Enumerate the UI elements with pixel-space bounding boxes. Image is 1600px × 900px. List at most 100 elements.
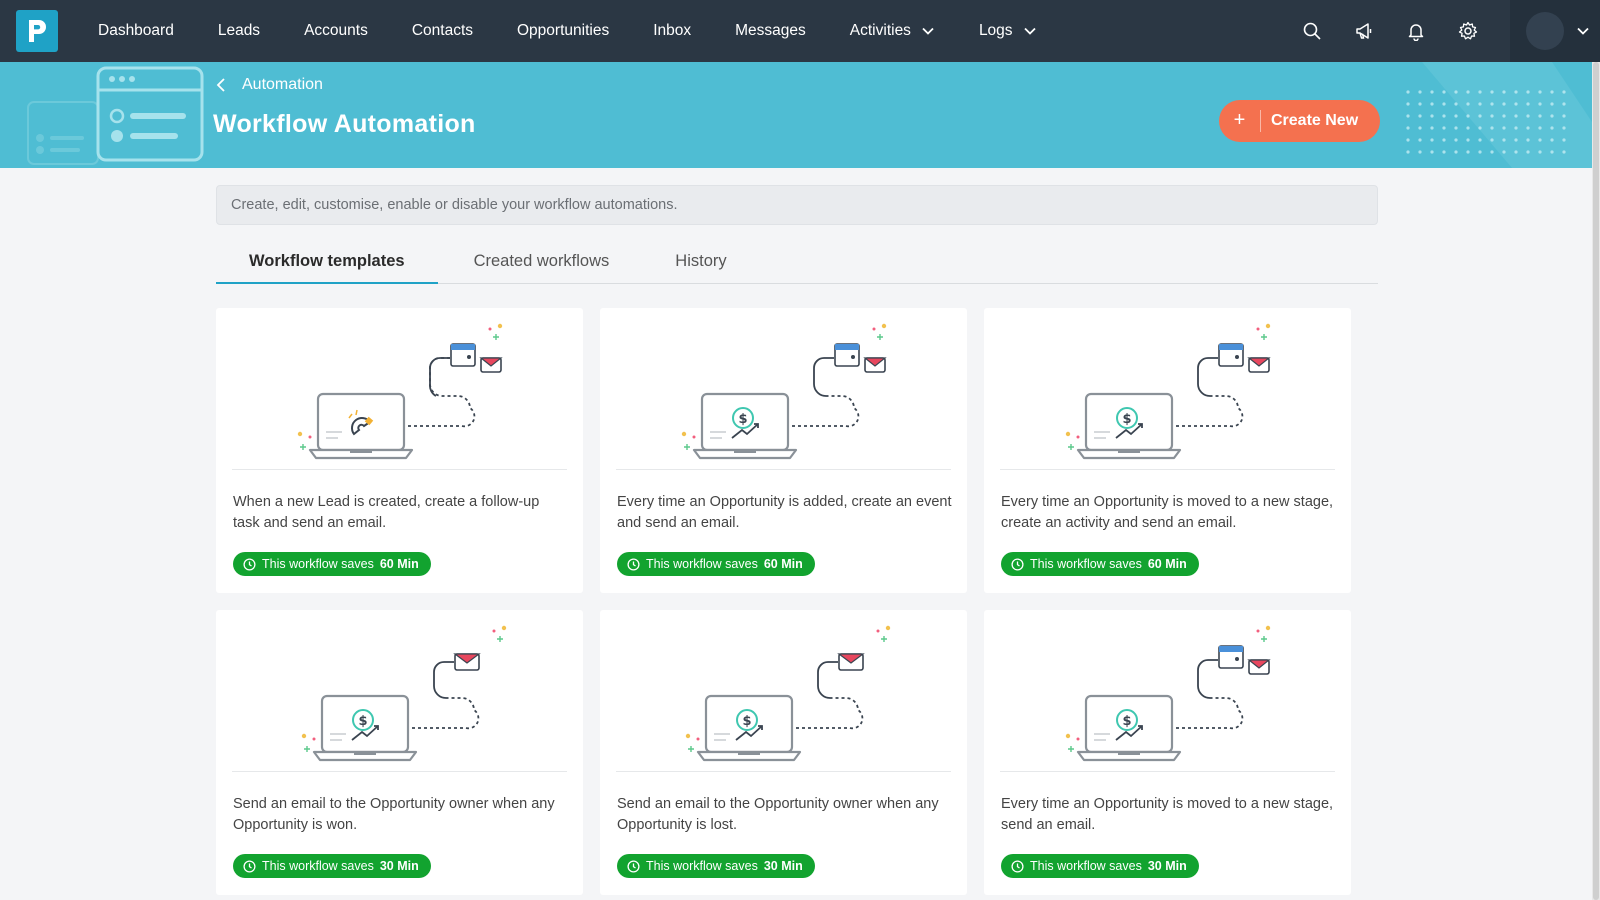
nav-leads[interactable]: Leads (196, 22, 282, 40)
chevron-down-icon (1023, 27, 1036, 35)
workflow-illustration: $ (616, 320, 951, 470)
svg-text:$: $ (742, 714, 751, 729)
top-navbar: Dashboard Leads Accounts Contacts Opport… (0, 0, 1600, 62)
create-new-label: Create New (1271, 112, 1359, 129)
opportunity-email-illustration: $ (685, 625, 891, 762)
nav-label: Messages (735, 22, 806, 39)
nav-dashboard[interactable]: Dashboard (76, 22, 196, 40)
main-menu: Dashboard Leads Accounts Contacts Opport… (76, 0, 1059, 62)
opportunity-calendar-email-illustration: $ (1065, 323, 1271, 460)
scrollbar-thumb[interactable] (1593, 62, 1599, 900)
nav-opportunities[interactable]: Opportunities (495, 22, 631, 40)
workflow-illustration: $ (616, 622, 951, 772)
breadcrumb[interactable]: Automation (214, 76, 323, 94)
chevron-down-icon (922, 27, 934, 35)
workflow-illustration (232, 320, 567, 470)
nav-label: Accounts (304, 22, 368, 39)
logo-icon (29, 20, 46, 42)
page-title: Workflow Automation (213, 110, 476, 138)
svg-text:$: $ (1122, 714, 1131, 729)
nav-label: Dashboard (98, 22, 174, 39)
time-saved-badge: This workflow saves 30 Min (233, 854, 431, 878)
time-saved-value: 60 Min (1147, 557, 1187, 571)
opportunity-calendar-email-illustration: $ (681, 323, 887, 460)
nav-accounts[interactable]: Accounts (282, 22, 390, 40)
time-saved-badge: This workflow saves 60 Min (617, 552, 815, 576)
time-saved-badge: This workflow saves 60 Min (1001, 552, 1199, 576)
time-saved-prefix: This workflow saves (1030, 859, 1142, 873)
time-saved-value: 60 Min (763, 557, 803, 571)
workflow-card[interactable]: $ Every time an Opportunity is added, cr… (600, 308, 967, 593)
time-saved-value: 30 Min (763, 859, 803, 873)
time-saved-prefix: This workflow saves (1030, 557, 1142, 571)
opportunity-calendar-email-illustration: $ (1065, 625, 1271, 762)
tab-history[interactable]: History (642, 248, 759, 284)
workflow-card[interactable]: $ Every time an Opportunity is moved to … (984, 610, 1351, 895)
workflow-card[interactable]: $ Send an email to the Opportunity owner… (216, 610, 583, 895)
time-saved-badge: This workflow saves 30 Min (1001, 854, 1199, 878)
time-saved-value: 60 Min (379, 557, 419, 571)
nav-inbox[interactable]: Inbox (631, 22, 713, 40)
workflow-card[interactable]: $ Send an email to the Opportunity owner… (600, 610, 967, 895)
tab-workflow-templates[interactable]: Workflow templates (216, 248, 438, 284)
page-header-banner: Automation Workflow Automation + Create … (0, 62, 1592, 168)
plus-icon: + (1219, 110, 1261, 132)
search-icon[interactable] (1302, 21, 1322, 41)
time-saved-prefix: This workflow saves (262, 859, 374, 873)
workflow-description: Every time an Opportunity is moved to a … (1001, 796, 1334, 833)
workflow-description: Send an email to the Opportunity owner w… (233, 796, 555, 833)
nav-label: Contacts (411, 22, 473, 39)
clock-icon (627, 859, 640, 873)
clock-icon (1011, 859, 1024, 873)
avatar[interactable] (1526, 12, 1564, 50)
time-saved-value: 30 Min (379, 859, 419, 873)
time-saved-prefix: This workflow saves (646, 557, 758, 571)
nav-contacts[interactable]: Contacts (390, 22, 495, 40)
time-saved-badge: This workflow saves 60 Min (233, 552, 431, 576)
workflow-description: Every time an Opportunity is moved to a … (1001, 494, 1334, 531)
time-saved-value: 30 Min (1147, 859, 1187, 873)
nav-activities-dropdown[interactable]: Activities (828, 22, 957, 40)
nav-logs-dropdown[interactable]: Logs (957, 22, 1059, 40)
banner-dots-decoration (1406, 62, 1592, 168)
nav-messages[interactable]: Messages (713, 22, 828, 40)
workflow-tabs: Workflow templates Created workflows His… (216, 248, 1378, 284)
workflow-card[interactable]: $ Every time an Opportunity is moved to … (984, 308, 1351, 593)
bell-icon[interactable] (1406, 21, 1426, 41)
workflow-description: Every time an Opportunity is added, crea… (617, 494, 952, 531)
time-saved-badge: This workflow saves 30 Min (617, 854, 815, 878)
lead-magnet-illustration (297, 323, 503, 460)
opportunity-email-illustration: $ (301, 625, 507, 762)
nav-label: Activities (849, 22, 911, 39)
nav-actions (1302, 0, 1478, 62)
clock-icon (243, 859, 256, 873)
svg-text:$: $ (358, 714, 367, 729)
page-description: Create, edit, customise, enable or disab… (216, 185, 1378, 225)
megaphone-icon[interactable] (1354, 21, 1374, 41)
workflow-template-grid: When a new Lead is created, create a fol… (216, 308, 1356, 895)
workflow-description: When a new Lead is created, create a fol… (233, 494, 540, 531)
svg-text:$: $ (1122, 412, 1131, 427)
gear-icon[interactable] (1458, 21, 1478, 41)
workflow-illustration: $ (232, 622, 567, 772)
banner-window-decoration (27, 66, 204, 165)
chevron-down-icon[interactable] (1576, 24, 1590, 38)
user-menu[interactable] (1510, 0, 1600, 62)
breadcrumb-label[interactable]: Automation (242, 76, 323, 94)
nav-label: Leads (217, 22, 261, 39)
app-logo[interactable] (16, 10, 58, 52)
time-saved-prefix: This workflow saves (646, 859, 758, 873)
svg-text:$: $ (738, 412, 747, 427)
chevron-left-icon[interactable] (214, 77, 228, 93)
clock-icon (1011, 557, 1024, 571)
create-new-button[interactable]: + Create New (1219, 100, 1380, 142)
nav-label: Logs (978, 22, 1013, 39)
tab-created-workflows[interactable]: Created workflows (438, 248, 643, 284)
page-scrollbar[interactable] (1592, 62, 1600, 900)
workflow-illustration: $ (1000, 320, 1335, 470)
nav-label: Inbox (653, 22, 692, 39)
nav-label: Opportunities (517, 22, 610, 39)
workflow-description: Send an email to the Opportunity owner w… (617, 796, 939, 833)
workflow-card[interactable]: When a new Lead is created, create a fol… (216, 308, 583, 593)
clock-icon (243, 557, 256, 571)
